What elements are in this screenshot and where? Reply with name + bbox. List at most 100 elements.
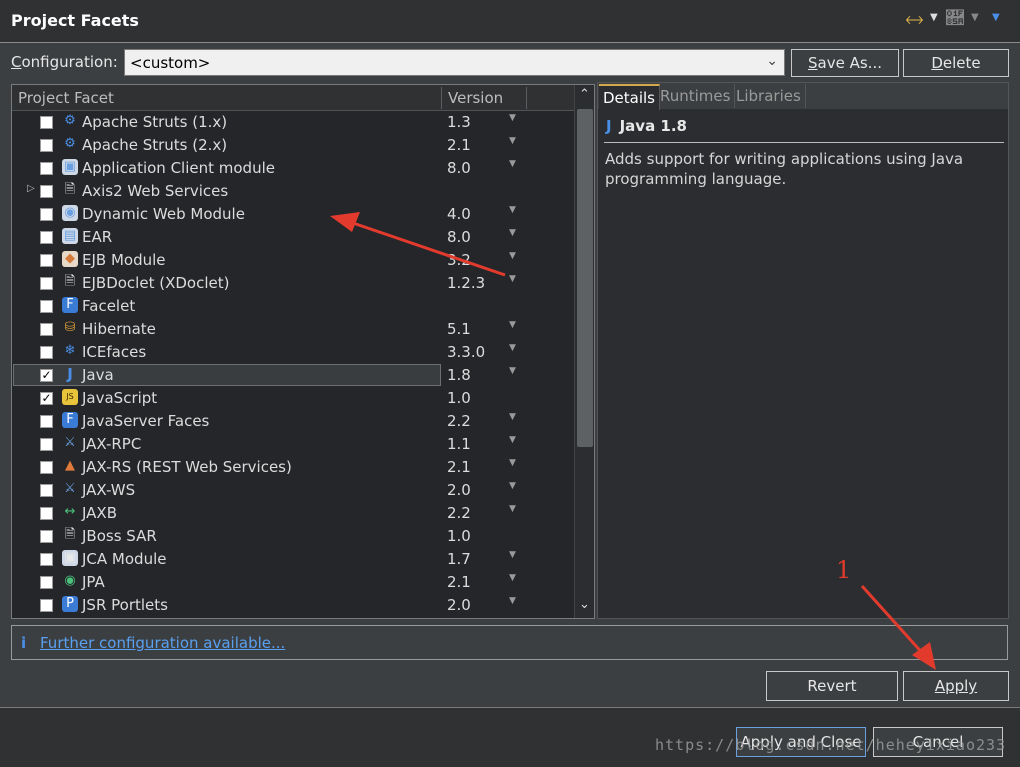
facet-checkbox[interactable] bbox=[40, 139, 53, 152]
forward-dropdown-icon[interactable]: ▼ bbox=[971, 12, 979, 23]
facet-version[interactable]: 2.2 bbox=[447, 412, 471, 430]
scrollbar-thumb[interactable] bbox=[577, 109, 593, 447]
version-dropdown-icon[interactable]: ▼ bbox=[509, 412, 516, 422]
facet-row[interactable]: 🗎 EJBDoclet (XDoclet) 1.2.3 ▼ bbox=[12, 272, 574, 295]
tab-libraries[interactable]: Libraries bbox=[732, 84, 806, 108]
version-dropdown-icon[interactable]: ▼ bbox=[509, 481, 516, 491]
back-dropdown-icon[interactable]: ▼ bbox=[930, 12, 938, 23]
facet-version[interactable]: 1.8 bbox=[447, 366, 471, 384]
column-header-version[interactable]: Version bbox=[448, 89, 503, 107]
facet-checkbox[interactable] bbox=[40, 346, 53, 359]
facet-checkbox[interactable] bbox=[40, 461, 53, 474]
facet-version[interactable]: 1.0 bbox=[447, 389, 471, 407]
facet-checkbox[interactable] bbox=[40, 277, 53, 290]
version-dropdown-icon[interactable]: ▼ bbox=[509, 458, 516, 468]
facet-checkbox[interactable] bbox=[40, 162, 53, 175]
scroll-up-icon[interactable]: ⌃ bbox=[579, 87, 590, 102]
facet-checkbox[interactable]: ✓ bbox=[40, 369, 53, 382]
facet-version[interactable]: 2.1 bbox=[447, 573, 471, 591]
facet-version[interactable]: 4.0 bbox=[447, 205, 471, 223]
facet-row[interactable]: ⚔ JAX-RPC 1.1 ▼ bbox=[12, 433, 574, 456]
version-dropdown-icon[interactable]: ▼ bbox=[509, 274, 516, 284]
facet-row[interactable]: P JSR Portlets 2.0 ▼ bbox=[12, 594, 574, 617]
facet-version[interactable]: 5.1 bbox=[447, 320, 471, 338]
facet-version[interactable]: 3.2 bbox=[447, 251, 471, 269]
tab-runtimes[interactable]: Runtimes bbox=[656, 84, 736, 108]
version-dropdown-icon[interactable]: ▼ bbox=[509, 504, 516, 514]
version-dropdown-icon[interactable]: ▼ bbox=[509, 573, 516, 583]
delete-button[interactable]: Delete bbox=[903, 49, 1009, 77]
version-dropdown-icon[interactable]: ▼ bbox=[509, 366, 516, 376]
facet-row[interactable]: ▷ 🗎 Axis2 Web Services bbox=[12, 180, 574, 203]
facet-checkbox[interactable] bbox=[40, 300, 53, 313]
forward-arrow-icon[interactable]: 🡚 bbox=[946, 8, 964, 29]
facet-checkbox[interactable] bbox=[40, 530, 53, 543]
facet-checkbox[interactable] bbox=[40, 254, 53, 267]
version-dropdown-icon[interactable]: ▼ bbox=[509, 596, 516, 606]
version-dropdown-icon[interactable]: ▼ bbox=[509, 550, 516, 560]
column-divider[interactable] bbox=[526, 87, 527, 109]
facet-row[interactable]: ❄ ICEfaces 3.3.0 ▼ bbox=[12, 341, 574, 364]
version-dropdown-icon[interactable]: ▼ bbox=[509, 205, 516, 215]
facet-row[interactable]: ⚙ Apache Struts (2.x) 2.1 ▼ bbox=[12, 134, 574, 157]
facet-version[interactable]: 1.0 bbox=[447, 527, 471, 545]
facet-row[interactable]: ✓ JS JavaScript 1.0 bbox=[12, 387, 574, 410]
facet-row[interactable]: ↔ JAXB 2.2 ▼ bbox=[12, 502, 574, 525]
facet-checkbox[interactable] bbox=[40, 599, 53, 612]
facet-version[interactable]: 2.0 bbox=[447, 481, 471, 499]
facet-checkbox[interactable] bbox=[40, 323, 53, 336]
version-dropdown-icon[interactable]: ▼ bbox=[509, 136, 516, 146]
tab-details[interactable]: Details bbox=[599, 84, 661, 110]
facet-checkbox[interactable]: ✓ bbox=[40, 392, 53, 405]
facet-checkbox[interactable] bbox=[40, 185, 53, 198]
version-dropdown-icon[interactable]: ▼ bbox=[509, 343, 516, 353]
facet-row[interactable]: ✓ J Java 1.8 ▼ bbox=[12, 364, 574, 387]
scroll-down-icon[interactable]: ⌄ bbox=[579, 597, 590, 612]
facet-row[interactable]: ▤ EAR 8.0 ▼ bbox=[12, 226, 574, 249]
version-dropdown-icon[interactable]: ▼ bbox=[509, 435, 516, 445]
facet-checkbox[interactable] bbox=[40, 116, 53, 129]
facet-version[interactable]: 8.0 bbox=[447, 228, 471, 246]
version-dropdown-icon[interactable]: ▼ bbox=[509, 228, 516, 238]
facet-checkbox[interactable] bbox=[40, 553, 53, 566]
facet-version[interactable]: 2.2 bbox=[447, 504, 471, 522]
facet-row[interactable]: ▲ JAX-RS (REST Web Services) 2.1 ▼ bbox=[12, 456, 574, 479]
facet-row[interactable]: F JavaServer Faces 2.2 ▼ bbox=[12, 410, 574, 433]
facet-version[interactable]: 1.3 bbox=[447, 113, 471, 131]
facet-checkbox[interactable] bbox=[40, 576, 53, 589]
facet-checkbox[interactable] bbox=[40, 208, 53, 221]
facet-row[interactable]: ◉ JPA 2.1 ▼ bbox=[12, 571, 574, 594]
vertical-scrollbar[interactable]: ⌃ ⌄ bbox=[574, 85, 594, 618]
facet-version[interactable]: 1.2.3 bbox=[447, 274, 485, 292]
facet-version[interactable]: 2.1 bbox=[447, 136, 471, 154]
apply-button[interactable]: Apply bbox=[903, 671, 1009, 701]
facet-version[interactable]: 1.7 bbox=[447, 550, 471, 568]
facet-row[interactable]: ⚔ JAX-WS 2.0 ▼ bbox=[12, 479, 574, 502]
facet-checkbox[interactable] bbox=[40, 438, 53, 451]
facet-version[interactable]: 1.1 bbox=[447, 435, 471, 453]
facet-row[interactable]: F Facelet bbox=[12, 295, 574, 318]
facet-version[interactable]: 2.1 bbox=[447, 458, 471, 476]
facet-row[interactable]: ▣ Application Client module 8.0 ▼ bbox=[12, 157, 574, 180]
column-header-project-facet[interactable]: Project Facet bbox=[18, 89, 114, 107]
facet-row[interactable]: ◆ EJB Module 3.2 ▼ bbox=[12, 249, 574, 272]
facet-version[interactable]: 8.0 bbox=[447, 159, 471, 177]
facet-row[interactable]: ⛁ Hibernate 5.1 ▼ bbox=[12, 318, 574, 341]
version-dropdown-icon[interactable]: ▼ bbox=[509, 251, 516, 261]
facet-row[interactable]: ⚙ Apache Struts (1.x) 1.3 ▼ bbox=[12, 111, 574, 134]
further-configuration-link[interactable]: Further configuration available... bbox=[40, 634, 285, 652]
facet-checkbox[interactable] bbox=[40, 231, 53, 244]
facet-row[interactable]: 🗎 JBoss SAR 1.0 bbox=[12, 525, 574, 548]
facet-version[interactable]: 2.0 bbox=[447, 596, 471, 614]
facet-checkbox[interactable] bbox=[40, 507, 53, 520]
expand-icon[interactable]: ▷ bbox=[27, 183, 35, 194]
facet-checkbox[interactable] bbox=[40, 415, 53, 428]
view-menu-icon[interactable]: ▼ bbox=[992, 12, 1000, 23]
configuration-select[interactable]: <custom> ⌄ bbox=[124, 49, 785, 76]
facet-row[interactable]: ◉ Dynamic Web Module 4.0 ▼ bbox=[12, 203, 574, 226]
column-divider[interactable] bbox=[441, 87, 442, 109]
version-dropdown-icon[interactable]: ▼ bbox=[509, 113, 516, 123]
version-dropdown-icon[interactable]: ▼ bbox=[509, 320, 516, 330]
save-as-button[interactable]: Save As... bbox=[791, 49, 899, 77]
revert-button[interactable]: Revert bbox=[766, 671, 898, 701]
